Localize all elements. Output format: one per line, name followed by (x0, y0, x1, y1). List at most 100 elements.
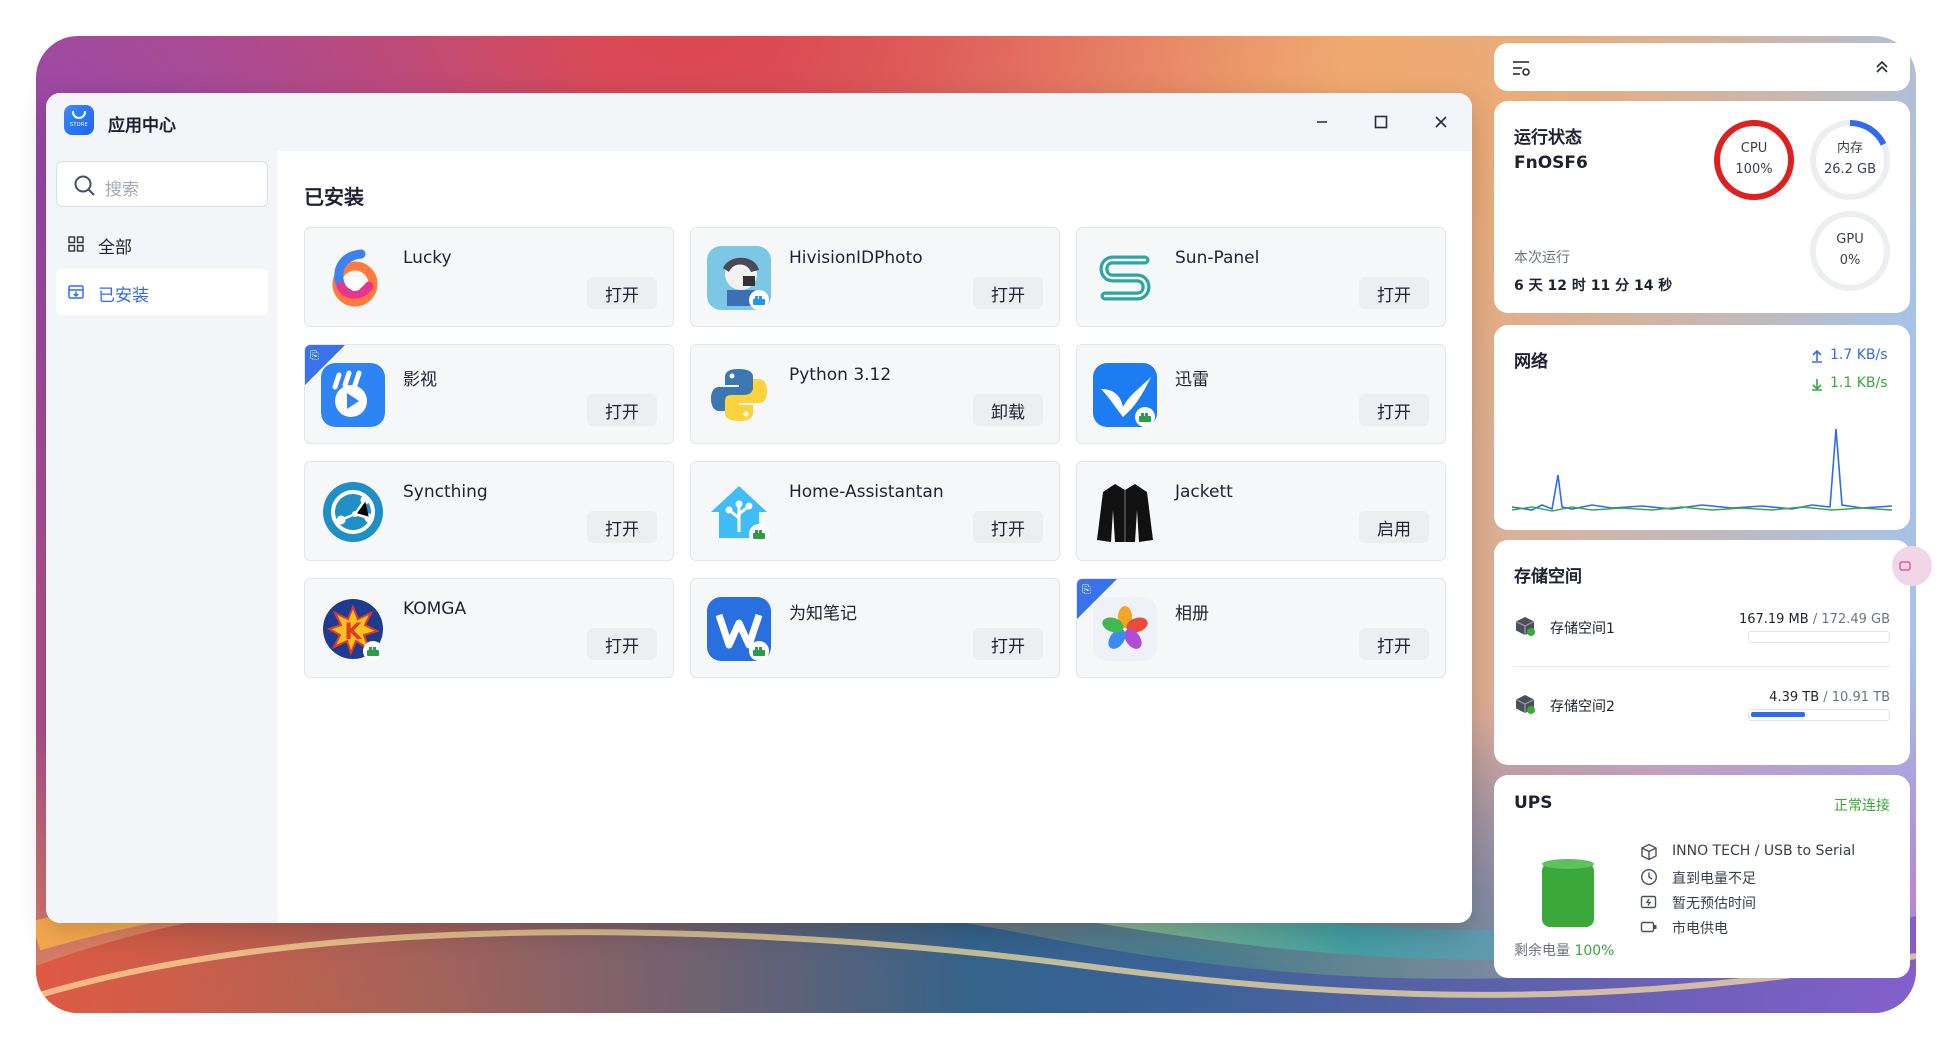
maximize-icon (1374, 115, 1388, 129)
close-icon (1435, 116, 1447, 128)
app-card-sun-panel[interactable]: Sun-Panel 打开 (1076, 227, 1446, 327)
docker-badge-icon (749, 641, 769, 661)
ups-estimate: 暂无预估时间 (1672, 896, 1756, 912)
open-button[interactable]: 打开 (973, 628, 1043, 660)
plug-icon (1899, 561, 1911, 571)
app-center-window: STORE 应用中心 搜索 全部 已安装 已安装 Lucky 打开 Hivisi… (46, 93, 1472, 923)
download-rate: 1.1 KB/s (1830, 375, 1888, 391)
python-icon (711, 369, 767, 421)
open-button[interactable]: 打开 (1359, 394, 1429, 426)
app-card-komga[interactable]: K KOMGA 打开 (304, 578, 674, 678)
jackett-jacket-icon (1097, 484, 1153, 542)
widget-toolbar (1494, 43, 1910, 91)
disk-cube-icon (1515, 617, 1535, 636)
app-card-hivisionidphoto[interactable]: HivisionIDPhoto 打开 (690, 227, 1060, 327)
uninstall-button[interactable]: 卸载 (973, 394, 1043, 426)
app-name: 为知笔记 (789, 604, 857, 624)
open-button[interactable]: 打开 (1359, 277, 1429, 309)
open-button[interactable]: 打开 (587, 628, 657, 660)
power-source-icon (1640, 921, 1657, 933)
sun-panel-icon (1099, 255, 1151, 301)
open-button[interactable]: 打开 (973, 511, 1043, 543)
sidebar-item-label: 全部 (98, 238, 132, 258)
disk-cube-icon (1515, 695, 1535, 714)
app-name: 相册 (1175, 604, 1209, 624)
storage-widget: 存储空间 存储空间1 167.19 MB / 172.49 GB 存储空间2 4… (1494, 540, 1910, 765)
device-box-icon (1641, 843, 1657, 861)
collapse-up-icon[interactable] (1874, 59, 1890, 75)
app-name: HivisionIDPhoto (789, 248, 923, 268)
app-card-python[interactable]: Python 3.12 卸载 (690, 344, 1060, 444)
app-name: Python 3.12 (789, 365, 892, 385)
battery-top (1542, 859, 1594, 869)
gpu-value: 0% (1839, 253, 1861, 268)
app-store-logo-icon: STORE (64, 105, 94, 135)
lucky-icon (332, 249, 378, 307)
app-card-jackett[interactable]: Jackett 启用 (1076, 461, 1446, 561)
syncthing-icon (323, 482, 383, 542)
search-input[interactable]: 搜索 (56, 161, 268, 207)
search-icon (74, 175, 95, 196)
section-title: 已安装 (304, 185, 364, 209)
battery-level-icon (1542, 863, 1594, 927)
network-title: 网络 (1514, 352, 1548, 372)
sidebar-item-all[interactable]: 全部 (56, 221, 268, 267)
app-card-xunlei[interactable]: 迅雷 打开 (1076, 344, 1446, 444)
status-widget: 运行状态 FnOSF6 本次运行 6 天 12 时 11 分 14 秒 CPU … (1494, 101, 1910, 313)
app-name: Lucky (403, 248, 452, 268)
app-name: Sun-Panel (1175, 248, 1260, 268)
minimize-button[interactable] (1307, 107, 1337, 137)
volume-usage: 167.19 MB / 172.49 GB (1738, 612, 1890, 627)
storage-title: 存储空间 (1514, 567, 1582, 587)
app-card-syncthing[interactable]: Syncthing 打开 (304, 461, 674, 561)
main-content: 已安装 Lucky 打开 HivisionIDPhoto 打开 Sun-Pane… (278, 151, 1472, 923)
cpu-value: 100% (1735, 162, 1773, 177)
download-box-icon (68, 285, 84, 299)
sidebar-item-installed[interactable]: 已安装 (56, 269, 268, 315)
open-button[interactable]: 打开 (1359, 628, 1429, 660)
app-card-lucky[interactable]: Lucky 打开 (304, 227, 674, 327)
app-name: 影视 (403, 370, 437, 390)
maximize-button[interactable] (1366, 107, 1396, 137)
clock-icon (1640, 868, 1658, 886)
host-name: FnOSF6 (1514, 153, 1588, 173)
app-card-home-assistant[interactable]: Home-Assistantan 打开 (690, 461, 1060, 561)
title-bar: STORE 应用中心 (46, 93, 1472, 151)
uptime-value: 6 天 12 时 11 分 14 秒 (1514, 278, 1673, 294)
floating-assist-button[interactable] (1892, 546, 1932, 586)
ups-power-source: 市电供电 (1672, 921, 1728, 937)
ups-widget: UPS 正常连接 剩余电量 100% INNO TECH / USB to Se… (1494, 775, 1910, 978)
network-traffic-graph (1512, 428, 1892, 512)
status-title: 运行状态 (1514, 128, 1582, 148)
upload-rate: 1.7 KB/s (1830, 347, 1888, 363)
close-button[interactable] (1426, 107, 1456, 137)
gpu-label: GPU (1836, 232, 1864, 247)
open-button[interactable]: 打开 (587, 394, 657, 426)
cpu-label: CPU (1740, 141, 1768, 156)
memory-label: 内存 (1836, 141, 1863, 156)
sidebar-item-label: 已安装 (98, 286, 149, 306)
memory-value: 26.2 GB (1823, 162, 1877, 177)
minimize-icon (1317, 121, 1327, 123)
ups-time-label: 直到电量不足 (1672, 871, 1756, 887)
app-card-yingshi[interactable]: ⎘ 影视 打开 (304, 344, 674, 444)
photos-flower-icon (1093, 597, 1157, 661)
app-name: Home-Assistantan (789, 482, 944, 502)
divider (1514, 666, 1890, 667)
app-card-wiznote[interactable]: 为知笔记 打开 (690, 578, 1060, 678)
app-name: Syncthing (403, 482, 488, 502)
docker-badge-icon (749, 524, 769, 544)
widget-settings-icon[interactable] (1512, 59, 1532, 77)
app-card-photos[interactable]: ⎘ 相册 打开 (1076, 578, 1446, 678)
download-arrow-icon (1812, 379, 1822, 391)
enable-button[interactable]: 启用 (1359, 511, 1429, 543)
official-badge-icon: ⎘ (310, 349, 319, 362)
app-name: 迅雷 (1175, 370, 1209, 390)
ups-title: UPS (1514, 793, 1553, 813)
open-button[interactable]: 打开 (587, 511, 657, 543)
sidebar: 搜索 全部 已安装 (46, 151, 278, 923)
open-button[interactable]: 打开 (973, 277, 1043, 309)
volume-usage: 4.39 TB / 10.91 TB (1769, 690, 1890, 705)
open-button[interactable]: 打开 (587, 277, 657, 309)
search-placeholder: 搜索 (105, 180, 139, 200)
